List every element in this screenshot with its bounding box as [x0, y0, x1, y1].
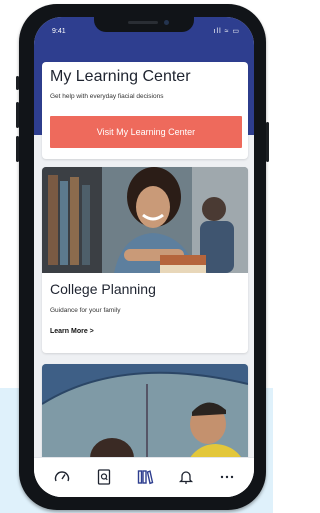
- speaker: [128, 21, 158, 24]
- more-icon: [220, 475, 234, 479]
- learning-center-subtitle: Get help with everyday fiacial decisions: [50, 93, 164, 100]
- volume-up-button: [16, 102, 19, 128]
- status-icons: ıll ≈ ▭: [213, 28, 240, 35]
- mute-switch: [16, 76, 19, 90]
- phone-screen: 9:41 ıll ≈ ▭ My Learning Center Get help…: [34, 17, 254, 497]
- gauge-icon: [54, 471, 70, 482]
- tab-notifications[interactable]: [175, 467, 197, 487]
- learn-more-link[interactable]: Learn More >: [50, 328, 94, 335]
- tab-more[interactable]: [216, 467, 238, 487]
- student-illustration: [42, 167, 248, 273]
- visit-learning-center-button[interactable]: Visit My Learning Center: [50, 116, 242, 148]
- library-books-icon: [137, 470, 154, 485]
- front-camera: [164, 20, 169, 25]
- college-planning-subtitle: Guidance for your family: [50, 307, 121, 314]
- tab-documents[interactable]: [93, 467, 115, 487]
- volume-down-button: [16, 136, 19, 162]
- bottom-tab-bar: [34, 457, 254, 497]
- learning-center-card: My Learning Center Get help with everyda…: [42, 62, 248, 159]
- college-planning-title: College Planning: [50, 281, 156, 297]
- status-time: 9:41: [52, 28, 66, 35]
- tab-library[interactable]: [134, 467, 156, 487]
- power-button: [266, 122, 269, 162]
- document-search-icon: [97, 469, 111, 485]
- college-photo: [42, 167, 248, 273]
- college-planning-card[interactable]: College Planning Guidance for your famil…: [42, 167, 248, 353]
- bell-icon: [178, 471, 194, 484]
- learning-center-title: My Learning Center: [50, 68, 191, 85]
- notch: [94, 17, 194, 32]
- tab-dashboard[interactable]: [51, 467, 73, 487]
